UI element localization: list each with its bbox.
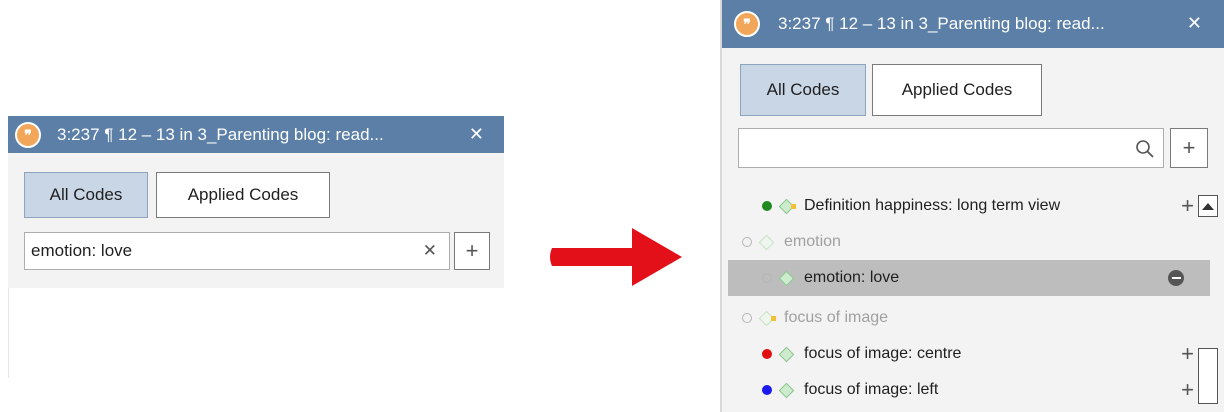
code-color-dot [742,313,752,323]
add-code-button[interactable]: + [1170,128,1208,168]
right-arrow-icon [550,228,682,286]
scrollbar-up-button[interactable] [1198,195,1218,217]
code-list-item[interactable]: Definition happiness: long term view + [722,188,1224,224]
code-list-item[interactable]: focus of image [722,300,1224,336]
code-label: focus of image: left [804,381,939,398]
close-icon[interactable]: ✕ [469,124,484,145]
code-icon [758,310,777,326]
search-input-value: emotion: love [31,241,133,260]
code-list-item[interactable]: emotion [722,224,1224,260]
add-code-icon[interactable]: + [1181,377,1194,403]
right-quotation-panel: ❞ 3:237 ¶ 12 – 13 in 3_Parenting blog: r… [722,0,1224,412]
code-list-item[interactable]: focus of image: centre + [722,336,1224,372]
add-code-icon[interactable]: + [1181,193,1194,219]
scrollbar-thumb[interactable] [1198,348,1218,404]
code-label: focus of image: centre [804,345,962,362]
code-icon [758,234,775,250]
comment-flag-icon [791,203,797,209]
remove-icon[interactable] [1168,270,1184,286]
left-panel-border [8,288,9,378]
code-color-dot [742,237,752,247]
right-panel-titlebar: ❞ 3:237 ¶ 12 – 13 in 3_Parenting blog: r… [722,0,1224,48]
code-icon [778,382,795,398]
code-label: emotion [784,233,841,250]
quote-icon: ❞ [734,11,760,37]
code-color-dot [762,201,772,211]
panel-title: 3:237 ¶ 12 – 13 in 3_Parenting blog: rea… [778,14,1105,33]
code-label: emotion: love [804,269,900,286]
code-label: Definition happiness: long term view [804,197,1061,214]
code-icon [778,270,795,286]
code-list-item[interactable]: emotion: love [728,260,1210,296]
search-input[interactable] [738,128,1164,168]
code-list: Definition happiness: long term view + emo… [722,188,1224,412]
right-panel-left-border [720,0,722,412]
left-quotation-panel: ❞ 3:237 ¶ 12 – 13 in 3_Parenting blog: r… [8,116,504,288]
code-icon [778,346,795,362]
comment-flag-icon [771,315,777,321]
code-color-dot [762,385,772,395]
search-icon [1136,140,1154,158]
add-code-icon[interactable]: + [1181,341,1194,367]
add-code-button[interactable]: + [454,232,490,270]
code-color-dot [762,273,772,283]
tab-all-codes[interactable]: All Codes [740,64,866,116]
clear-icon[interactable]: ✕ [423,241,437,261]
close-icon[interactable]: ✕ [1187,13,1202,34]
code-icon [778,198,797,214]
quote-icon: ❞ [15,121,41,148]
tab-applied-codes[interactable]: Applied Codes [872,64,1042,116]
tab-all-codes[interactable]: All Codes [24,172,148,218]
search-input[interactable]: emotion: love ✕ [24,232,450,270]
code-list-item[interactable]: focus of image: left + [722,372,1224,408]
left-panel-titlebar: ❞ 3:237 ¶ 12 – 13 in 3_Parenting blog: r… [8,116,504,153]
panel-title: 3:237 ¶ 12 – 13 in 3_Parenting blog: rea… [57,124,384,144]
code-color-dot [762,349,772,359]
tab-applied-codes[interactable]: Applied Codes [156,172,330,218]
code-label: focus of image [784,309,889,326]
